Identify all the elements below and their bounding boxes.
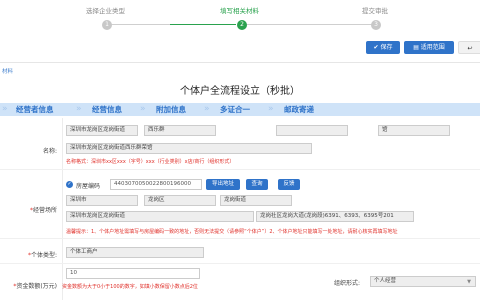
row-divider xyxy=(0,169,480,170)
tab-multi-cert[interactable]: 多证合一 xyxy=(220,103,250,116)
type-select[interactable]: 个体工商户 xyxy=(66,247,204,258)
label-column-divider xyxy=(62,118,63,300)
address-label-text: 经营场所 xyxy=(32,207,57,214)
street-select[interactable]: 龙岗街道 xyxy=(220,195,292,206)
section-tab-bar: » 经营者信息 » 经营信息 » 附加信息 » 多证合一 » 邮政寄递 xyxy=(0,103,480,116)
row-divider xyxy=(0,238,480,239)
name-org-form-input[interactable]: 馆 xyxy=(378,125,450,136)
name-label: 名称: xyxy=(42,148,57,155)
query-button[interactable]: 查询 xyxy=(246,179,268,190)
full-name-input: 深圳市龙岗区龙岗街道西乐群荣馆 xyxy=(66,143,312,154)
district-select[interactable]: 龙岗区 xyxy=(144,195,216,206)
org-form-value: 个人经营 xyxy=(374,278,397,284)
back-arrow-icon: ↩ xyxy=(467,45,473,52)
chevron-right-icon: » xyxy=(76,104,82,114)
address-label: *经营场所 xyxy=(0,205,57,214)
tab-additional-info[interactable]: 附加信息 xyxy=(156,103,186,116)
address-line2-input: 龙岗社区龙岗大道(龙岗段)6391、6393、6395号201 xyxy=(256,211,414,222)
house-code-label: 房屋编码 xyxy=(76,183,101,190)
step-label-3: 提交审批 xyxy=(362,7,388,15)
feedback-button[interactable]: 反馈 xyxy=(278,179,300,190)
header-divider xyxy=(0,62,480,63)
document-icon: ▤ xyxy=(413,44,419,51)
tab-business-info[interactable]: 经营信息 xyxy=(92,103,122,116)
back-button[interactable]: ↩ xyxy=(458,41,480,54)
export-address-button[interactable]: 导出地址 xyxy=(206,179,240,190)
type-label-text: 个体类型: xyxy=(30,252,57,259)
type-label: *个体类型: xyxy=(0,250,57,259)
tab-operator-info[interactable]: 经营者信息 xyxy=(16,103,54,116)
address-hint: 温馨提示：1、个体户地址需填写与房屋编码一致的地址，否则无法提交（请参照“个体户… xyxy=(66,229,398,235)
capital-label-text: 资金数额(万元) xyxy=(16,283,57,290)
step-label-1: 选择企业类型 xyxy=(86,7,125,15)
chevron-down-icon: ▼ xyxy=(467,279,471,285)
city-select[interactable]: 深圳市 xyxy=(66,195,138,206)
breadcrumb[interactable]: 材料 xyxy=(2,67,13,75)
save-button[interactable]: ✔ 保存 xyxy=(366,41,400,54)
applicable-scope-label: 适用范围 xyxy=(420,44,445,51)
name-brand-input[interactable]: 西乐群 xyxy=(144,125,216,136)
chevron-right-icon: » xyxy=(268,104,274,114)
address-line1-input: 深圳市龙岗区龙岗街道 xyxy=(66,211,254,222)
step-connector-2 xyxy=(246,24,374,25)
chevron-right-icon: » xyxy=(204,104,210,114)
tab-postal-delivery[interactable]: 邮政寄递 xyxy=(284,103,314,116)
page-title: 个体户全流程设立（秒批） xyxy=(180,86,300,97)
applicable-scope-button[interactable]: ▤ 适用范围 xyxy=(404,41,454,54)
capital-label: *资金数额(万元) xyxy=(0,281,57,290)
step-dot-3: 3 xyxy=(371,20,381,30)
org-form-select[interactable]: 个人经营 ▼ xyxy=(370,276,476,287)
row-divider xyxy=(0,263,480,264)
org-form-label: 组织形式: xyxy=(333,280,360,287)
check-icon: ✔ xyxy=(373,44,379,51)
name-format-hint: 名称格式：深圳市xx区xxx（字号）xxx（行业类别）x店/商行（组织形式） xyxy=(66,159,235,165)
step-connector-progress xyxy=(170,24,236,25)
chevron-right-icon: » xyxy=(2,104,8,114)
name-industry-input[interactable] xyxy=(276,125,348,136)
name-city-district-input[interactable]: 深圳市龙岗区龙岗街道 xyxy=(66,125,138,136)
capital-input[interactable]: 10 xyxy=(66,268,200,279)
save-button-label: 保存 xyxy=(380,44,393,51)
step-dot-1: 1 xyxy=(102,20,112,30)
step-dot-2: 2 xyxy=(237,20,247,30)
capital-hint: 资金数额为大于0小于100的数字，如填小数保留小数点后2位 xyxy=(62,284,198,290)
house-code-input[interactable]: 4403070050022800196000 xyxy=(110,179,202,190)
step-label-2: 填写相关材料 xyxy=(220,7,259,15)
house-code-radio[interactable]: ✓ xyxy=(66,181,73,188)
chevron-right-icon: » xyxy=(140,104,146,114)
